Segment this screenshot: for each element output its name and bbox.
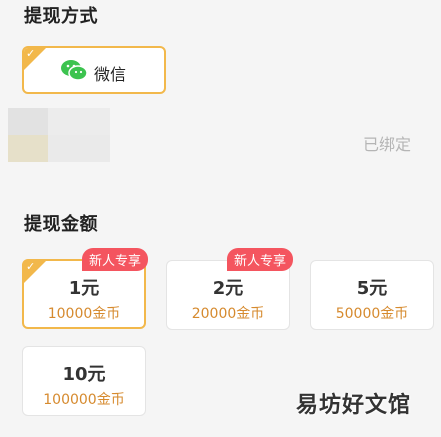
amount-option-2[interactable]: 新人专享 2元 20000金币 xyxy=(166,248,293,330)
bound-status: 已绑定 xyxy=(362,135,411,154)
watermark: 易坊好文馆 xyxy=(295,393,411,418)
amount-option-3[interactable]: 5元 50000金币 xyxy=(310,260,434,330)
check-icon: ✓ xyxy=(26,260,36,273)
amount-coins: 100000金币 xyxy=(43,392,125,408)
amount-value: 1元 xyxy=(68,278,100,299)
new-user-badge: 新人专享 xyxy=(226,248,293,271)
amount-coins: 20000金币 xyxy=(191,306,265,322)
amount-option-1[interactable]: ✓ 新人专享 1元 10000金币 xyxy=(22,248,148,329)
check-icon: ✓ xyxy=(26,47,36,60)
amount-value: 5元 xyxy=(356,278,388,299)
wechat-icon xyxy=(61,60,88,81)
amount-value: 10元 xyxy=(62,364,106,385)
amount-value: 2元 xyxy=(212,278,244,299)
new-user-badge: 新人专享 xyxy=(81,248,148,271)
amount-coins: 10000金币 xyxy=(47,306,121,322)
blurred-account-avatar xyxy=(8,108,110,162)
method-label: 微信 xyxy=(94,65,127,84)
method-section-title: 提现方式 xyxy=(24,6,98,27)
wechat-method-option[interactable]: ✓ 微信 xyxy=(22,46,166,94)
amount-coins: 50000金币 xyxy=(335,306,409,322)
amount-option-4[interactable]: 10元 100000金币 xyxy=(22,346,146,416)
amount-section-title: 提现金额 xyxy=(24,214,98,235)
